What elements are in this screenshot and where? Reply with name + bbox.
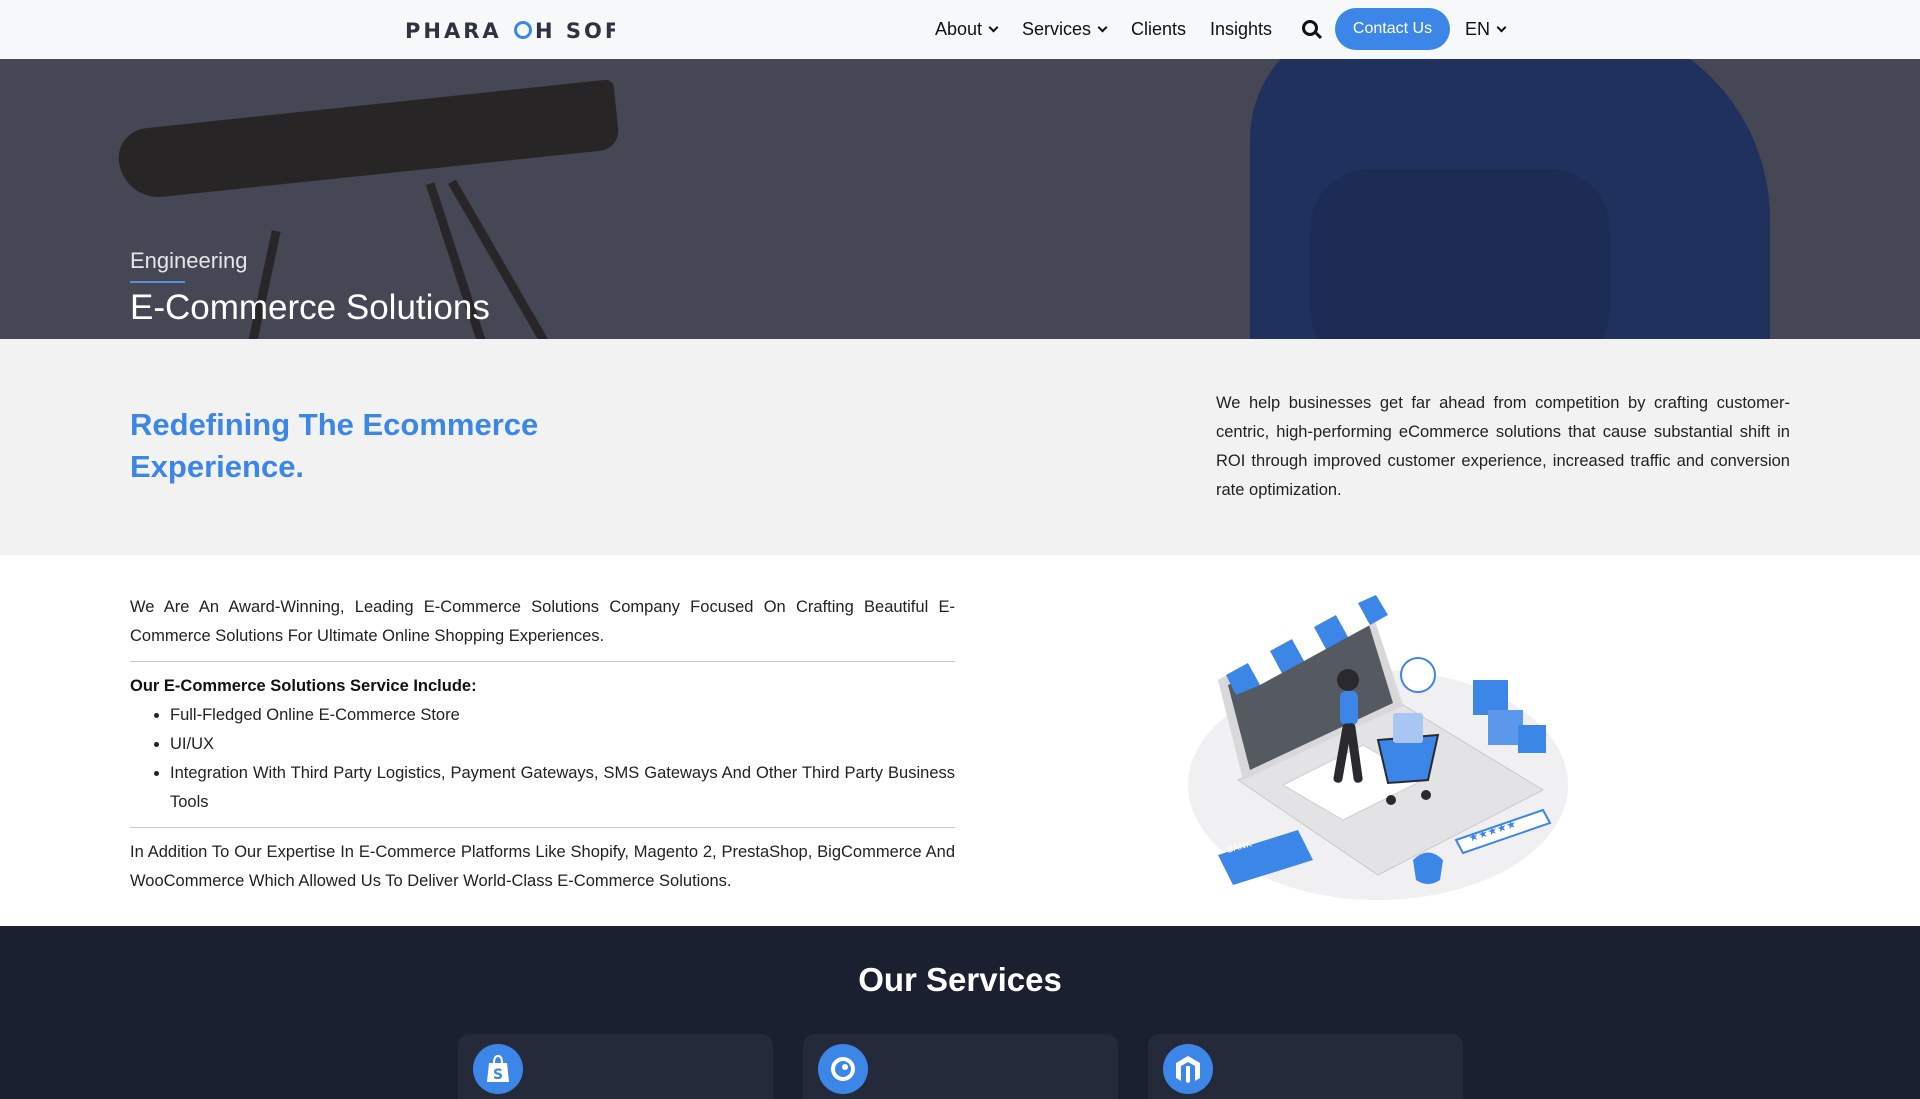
top-navbar: PHARA H SOFT About Services Clients Insi… bbox=[0, 0, 1920, 59]
list-item: Integration With Third Party Logistics, … bbox=[170, 759, 955, 817]
service-card[interactable] bbox=[1148, 1034, 1463, 1099]
features-list: Full-Fledged Online E-Commerce Store UI/… bbox=[170, 701, 955, 817]
nav-item-about[interactable]: About bbox=[935, 19, 999, 40]
lead-paragraph: We Are An Award-Winning, Leading E-Comme… bbox=[130, 598, 955, 645]
closing-paragraph: In Addition To Our Expertise In E-Commer… bbox=[130, 843, 955, 890]
details-text: We Are An Award-Winning, Leading E-Comme… bbox=[130, 593, 955, 896]
svg-text:S: S bbox=[493, 1067, 503, 1083]
list-item: UI/UX bbox=[170, 730, 955, 759]
ecommerce-illustration: BANK ★★★★★ bbox=[1188, 595, 1568, 900]
nav-item-services[interactable]: Services bbox=[1022, 19, 1108, 40]
intro-description: We help businesses get far ahead from co… bbox=[1216, 394, 1790, 499]
chevron-down-icon bbox=[1097, 22, 1108, 33]
hero-banner: Engineering E-Commerce Solutions bbox=[0, 59, 1920, 339]
search-icon[interactable] bbox=[1302, 20, 1318, 36]
page-title: E-Commerce Solutions bbox=[130, 288, 490, 327]
services-section: Our Services S bbox=[0, 926, 1920, 1099]
intro-section: Redefining The Ecommerce Experience. We … bbox=[0, 339, 1920, 555]
nav-item-insights[interactable]: Insights bbox=[1210, 19, 1272, 40]
brand-logo[interactable]: PHARA H SOFT bbox=[405, 17, 615, 43]
language-label: EN bbox=[1465, 19, 1491, 39]
service-card[interactable]: S bbox=[458, 1034, 773, 1099]
nav-label: Clients bbox=[1131, 19, 1187, 39]
intro-heading: Redefining The Ecommerce Experience. bbox=[130, 407, 539, 484]
nav-label: Insights bbox=[1210, 19, 1273, 39]
hero-kicker: Engineering bbox=[130, 248, 248, 273]
magento-icon bbox=[1163, 1044, 1213, 1094]
chevron-down-icon bbox=[1496, 22, 1507, 33]
prestashop-icon bbox=[818, 1044, 868, 1094]
features-title: Our E-Commerce Solutions Service Include… bbox=[130, 677, 477, 695]
contact-us-button[interactable]: Contact Us bbox=[1335, 8, 1450, 50]
logo-wordmark: PHARA H SOFT bbox=[405, 19, 615, 43]
language-switcher[interactable]: EN bbox=[1465, 19, 1507, 40]
details-section: We Are An Award-Winning, Leading E-Comme… bbox=[0, 555, 1920, 926]
service-card[interactable] bbox=[803, 1034, 1118, 1099]
divider bbox=[130, 661, 955, 662]
divider bbox=[130, 827, 955, 828]
nav-label: Services bbox=[1022, 19, 1092, 39]
chevron-down-icon bbox=[988, 22, 999, 33]
svg-text:PHARA: PHARA bbox=[405, 19, 502, 43]
list-item: Full-Fledged Online E-Commerce Store bbox=[170, 701, 955, 730]
nav-label: About bbox=[935, 19, 983, 39]
nav-item-clients[interactable]: Clients bbox=[1131, 19, 1186, 40]
shopify-icon: S bbox=[473, 1044, 523, 1094]
kicker-underline bbox=[130, 281, 185, 283]
svg-text:H SOFT: H SOFT bbox=[535, 19, 615, 43]
services-heading: Our Services bbox=[858, 961, 1062, 998]
